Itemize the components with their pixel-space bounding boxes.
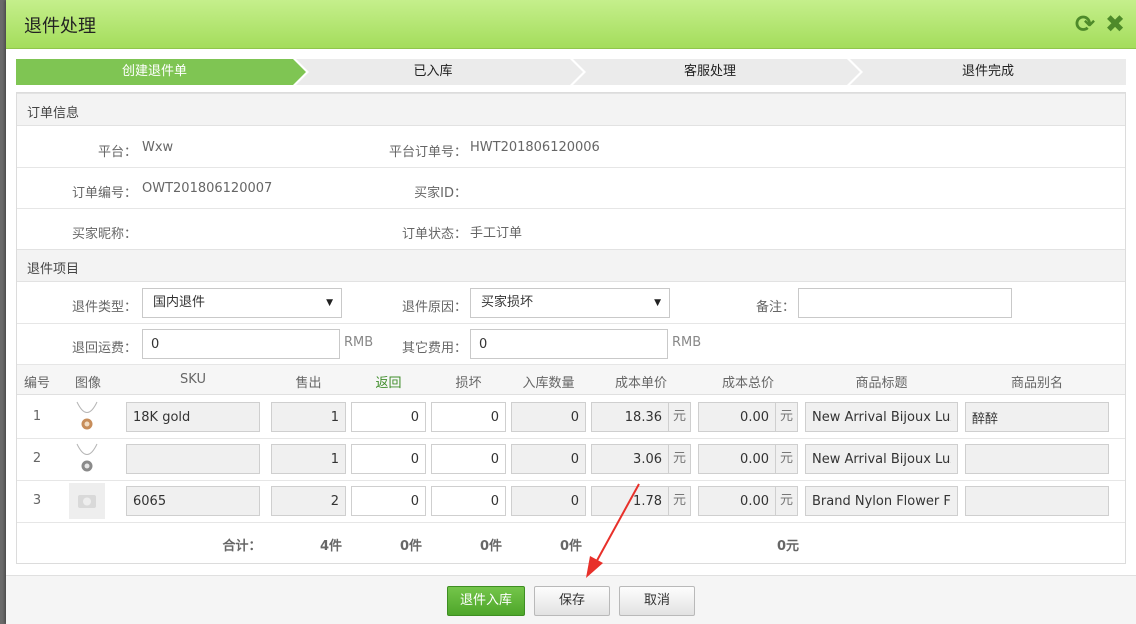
totals-damaged: 0件 [479, 539, 503, 554]
in-qty [511, 444, 586, 474]
col-unit-cost: 成本单价 [614, 376, 667, 391]
return-dialog: 退件处理 ⟳ ✖ 创建退件单 已入库 客服处理 退件完成 订单信息 平台： Wx… [6, 0, 1136, 624]
damaged-qty-input[interactable] [431, 486, 506, 516]
sku-input[interactable] [126, 402, 260, 432]
in-qty [511, 402, 586, 432]
product-alias-input[interactable] [965, 402, 1109, 432]
chevron-down-icon: ▼ [326, 298, 333, 308]
col-no: 编号 [23, 376, 50, 391]
return-type-select[interactable]: 国内退件 ▼ [142, 288, 342, 318]
remark-label: 备注： [755, 300, 795, 315]
progress-steps: 创建退件单 已入库 客服处理 退件完成 [16, 59, 1126, 85]
content-panel: 订单信息 平台： Wxw 平台订单号： HWT201806120006 订单编号… [16, 92, 1126, 564]
section-order-info-title: 订单信息 [27, 106, 80, 121]
remark-input[interactable] [798, 288, 1012, 318]
total-cost [698, 486, 776, 516]
product-alias-input[interactable] [965, 444, 1109, 474]
unit-cost [591, 444, 669, 474]
col-sold: 售出 [295, 376, 322, 391]
buyer-nick-label: 买家昵称： [71, 227, 137, 242]
total-cost [698, 444, 776, 474]
col-damaged: 损坏 [455, 376, 482, 391]
image-placeholder-icon [69, 483, 105, 519]
returned-qty-input[interactable] [351, 402, 426, 432]
other-fee-unit: RMB [672, 335, 702, 350]
return-in-stock-button[interactable]: 退件入库 [447, 586, 525, 616]
product-necklace-gold-image [76, 401, 98, 430]
totals-total-cost: 0元 [776, 539, 800, 554]
sold-qty [271, 444, 346, 474]
return-freight-input[interactable] [142, 329, 340, 359]
order-status-label: 订单状态： [401, 227, 467, 242]
col-image: 图像 [74, 376, 101, 391]
totals-in-qty: 0件 [559, 539, 583, 554]
close-icon[interactable]: ✖ [1102, 10, 1128, 38]
totals-label: 合计： [222, 539, 262, 554]
return-type-label: 退件类型： [71, 300, 137, 315]
step-customer-service: 客服处理 [573, 59, 863, 85]
order-no-label: 订单编号： [71, 186, 137, 201]
col-returned: 返回 [375, 376, 402, 391]
platform-order-label: 平台订单号： [388, 145, 467, 160]
total-cost [698, 402, 776, 432]
return-reason-select[interactable]: 买家损坏 ▼ [470, 288, 670, 318]
unit-cost [591, 486, 669, 516]
section-return-items-title: 退件项目 [27, 262, 80, 277]
buyer-id-label: 买家ID： [414, 186, 467, 201]
col-sku: SKU [180, 372, 206, 387]
col-alias: 商品别名 [1010, 376, 1063, 391]
return-freight-label: 退回运费： [71, 341, 137, 356]
sold-qty [271, 486, 346, 516]
returned-qty-input[interactable] [351, 444, 426, 474]
currency-unit: 元 [776, 402, 798, 432]
step-stocked: 已入库 [296, 59, 586, 85]
product-alias-input[interactable] [965, 486, 1109, 516]
chevron-down-icon: ▼ [654, 298, 661, 308]
product-title-input[interactable] [805, 444, 958, 474]
row-number: 3 [32, 493, 42, 508]
save-button[interactable]: 保存 [534, 586, 610, 616]
order-status-value: 手工订单 [470, 226, 523, 241]
sku-input[interactable] [126, 486, 260, 516]
damaged-qty-input[interactable] [431, 402, 506, 432]
col-title: 商品标题 [855, 376, 908, 391]
row-number: 2 [32, 451, 42, 466]
col-in-qty: 入库数量 [522, 376, 575, 391]
currency-unit: 元 [669, 444, 691, 474]
totals-returned: 0件 [399, 539, 423, 554]
damaged-qty-input[interactable] [431, 444, 506, 474]
cancel-button[interactable]: 取消 [619, 586, 695, 616]
sku-input[interactable] [126, 444, 260, 474]
dialog-footer: 退件入库 保存 取消 [6, 575, 1136, 624]
other-fee-label: 其它费用： [401, 341, 467, 356]
unit-cost [591, 402, 669, 432]
product-title-input[interactable] [805, 486, 958, 516]
col-total-cost: 成本总价 [721, 376, 774, 391]
step-return-complete: 退件完成 [850, 59, 1126, 85]
order-no-value: OWT201806120007 [142, 181, 273, 196]
in-qty [511, 486, 586, 516]
platform-label: 平台： [97, 145, 137, 160]
sold-qty [271, 402, 346, 432]
row-number: 1 [32, 409, 42, 424]
product-title-input[interactable] [805, 402, 958, 432]
return-reason-label: 退件原因： [401, 300, 467, 315]
dialog-titlebar: 退件处理 ⟳ ✖ [6, 0, 1136, 49]
step-create-return: 创建退件单 [16, 59, 309, 85]
section-return-items: 退件项目 [17, 249, 1125, 282]
refresh-icon[interactable]: ⟳ [1072, 10, 1098, 38]
totals-sold: 4件 [319, 539, 343, 554]
section-order-info: 订单信息 [17, 93, 1125, 126]
currency-unit: 元 [669, 486, 691, 516]
currency-unit: 元 [776, 444, 798, 474]
dialog-title: 退件处理 [24, 16, 96, 37]
platform-order-value: HWT201806120006 [470, 140, 600, 155]
currency-unit: 元 [776, 486, 798, 516]
returned-qty-input[interactable] [351, 486, 426, 516]
other-fee-input[interactable] [470, 329, 668, 359]
currency-unit: 元 [669, 402, 691, 432]
platform-value: Wxw [142, 140, 174, 155]
product-necklace-silver-image [76, 443, 98, 472]
